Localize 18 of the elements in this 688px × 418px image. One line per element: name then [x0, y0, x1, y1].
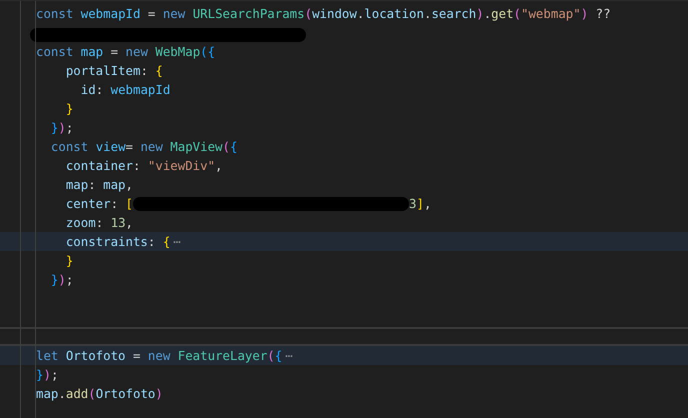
code-line: });	[36, 366, 58, 384]
code-line: const view= new MapView({	[50, 138, 238, 156]
code-line: }	[64, 100, 74, 118]
code-line: id: webmapId	[80, 81, 170, 99]
code-line: 3],	[409, 195, 432, 213]
code-line: map.add(Ortofoto)	[36, 385, 163, 403]
code-line: });	[50, 119, 74, 137]
code-line: const map = new WebMap({	[36, 43, 216, 61]
code-line: center: [	[64, 195, 133, 213]
code-line: const webmapId = new URLSearchParams(window.location.search).get("webmap") ??	[36, 5, 611, 23]
code-line: constraints: { ⋯	[64, 233, 181, 251]
code-line: });	[50, 271, 74, 289]
code-line: let Ortofoto = new FeatureLayer({ ⋯	[36, 347, 293, 365]
code-line: map: map,	[64, 176, 133, 194]
code-line: }	[64, 252, 74, 270]
code-line: container: "viewDiv",	[64, 157, 223, 175]
code-line: portalItem: {	[64, 62, 163, 80]
code-line: zoom: 13,	[64, 214, 133, 232]
